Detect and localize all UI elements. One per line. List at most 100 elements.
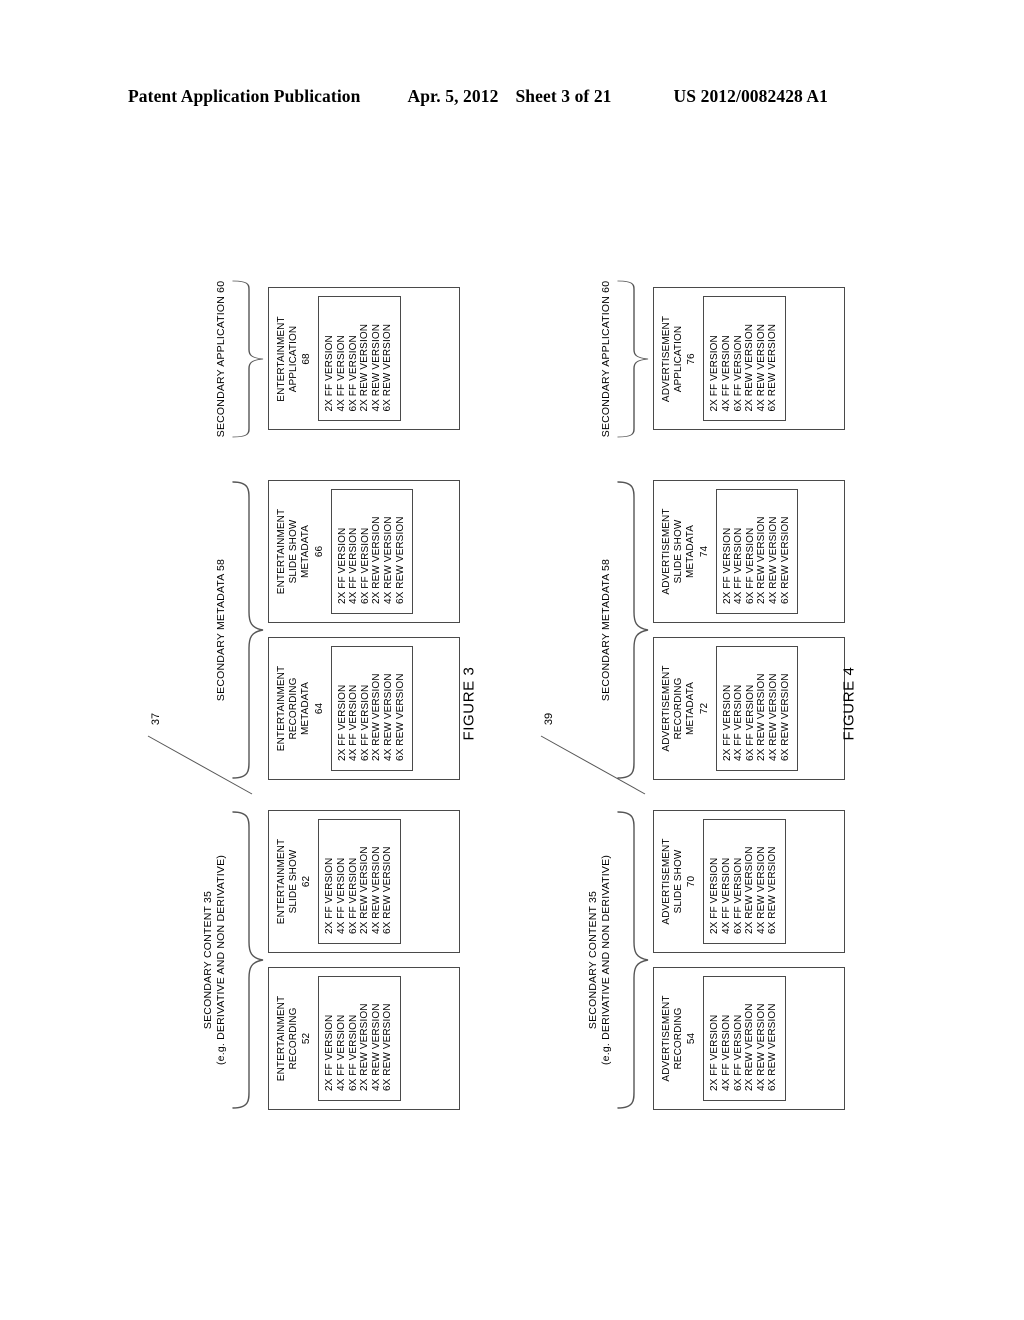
- version-list: 2X FF VERSION 4X FF VERSION 6X FF VERSION 2…: [703, 976, 786, 1101]
- node-reference-numeral: 52: [301, 1032, 313, 1045]
- node-reference-numeral: 76: [686, 353, 698, 365]
- version-list-item: 6X FF VERSION: [732, 335, 744, 412]
- version-list-item: 2X REW VERSION: [744, 846, 756, 934]
- group-label: SECONDARY CONTENT 35 (e.g. DERIVATIVE AN…: [202, 854, 227, 1066]
- node-row: ADVERTISEMENT RECORDING 54 2X FF VERSION 4X…: [653, 810, 845, 1110]
- curly-brace: [616, 810, 650, 1110]
- reference-numeral-39: 39: [543, 712, 556, 726]
- version-list-item: 6X REW VERSION: [394, 516, 406, 604]
- version-list-item: 4X REW VERSION: [370, 1003, 382, 1091]
- figure-3-drawing: SECONDARY CONTENT 35 (e.g. DERIVATIVE AN…: [160, 280, 460, 1110]
- version-list-item: 2X REW VERSION: [359, 1003, 371, 1091]
- version-list-item: 4X FF VERSION: [348, 527, 360, 604]
- version-list-item: 6X REW VERSION: [382, 1003, 394, 1091]
- version-list-item: 6X REW VERSION: [779, 516, 791, 604]
- version-list-item: 6X FF VERSION: [359, 684, 371, 761]
- header-document-number: US 2012/0082428 A1: [673, 86, 829, 106]
- version-list-item: 4X FF VERSION: [348, 684, 360, 761]
- version-list-item: 6X REW VERSION: [767, 846, 779, 934]
- curly-brace: [231, 480, 265, 780]
- version-list-item: 2X REW VERSION: [756, 673, 768, 761]
- node-row: ENTERTAINMENT RECORDING METADATA 64 2X FF …: [268, 480, 460, 780]
- node-title: ENTERTAINMENT SLIDE SHOW METADATA: [276, 508, 312, 595]
- header-sheet-number: Sheet 3 of 21: [515, 86, 612, 106]
- version-list-item: 4X REW VERSION: [370, 323, 382, 412]
- version-list-item: 2X FF VERSION: [721, 684, 733, 761]
- figure-4-drawing: SECONDARY CONTENT 35 (e.g. DERIVATIVE AN…: [545, 280, 845, 1110]
- version-list-item: 2X FF VERSION: [324, 335, 336, 412]
- version-list-item: 6X FF VERSION: [347, 857, 359, 934]
- version-list: 2X FF VERSION 4X FF VERSION 6X FF VERSION 2…: [715, 489, 799, 614]
- node-box[interactable]: ADVERTISEMENT APPLICATION 76 2X FF VERSION…: [653, 287, 845, 431]
- version-list: 2X FF VERSION 4X FF VERSION 6X FF VERSION 2…: [330, 489, 414, 614]
- node-box[interactable]: ENTERTAINMENT SLIDE SHOW METADATA 66 2X FF…: [268, 480, 460, 623]
- node-title: ENTERTAINMENT SLIDE SHOW: [276, 838, 300, 925]
- version-list-item: 6X REW VERSION: [382, 323, 394, 412]
- header-publication-title: Patent Application Publication: [128, 86, 361, 106]
- node-reference-numeral: 62: [301, 875, 313, 888]
- group-label: SECONDARY APPLICATION 60: [215, 280, 227, 438]
- version-list-item: 2X FF VERSION: [709, 335, 721, 412]
- version-list-item: 6X FF VERSION: [732, 857, 744, 934]
- node-box[interactable]: ENTERTAINMENT SLIDE SHOW 62 2X FF VERSION 4…: [268, 810, 460, 953]
- node-title: ENTERTAINMENT RECORDING: [276, 995, 300, 1082]
- version-list-item: 2X FF VERSION: [324, 857, 336, 934]
- version-list-item: 2X REW VERSION: [744, 323, 756, 412]
- version-list-item: 4X REW VERSION: [767, 516, 779, 604]
- version-list-item: 4X REW VERSION: [767, 673, 779, 761]
- version-list: 2X FF VERSION 4X FF VERSION 6X FF VERSION 2…: [715, 646, 799, 771]
- node-reference-numeral: 74: [698, 545, 710, 558]
- node-box[interactable]: ADVERTISEMENT SLIDE SHOW 70 2X FF VERSION 4…: [653, 810, 845, 953]
- node-box[interactable]: ADVERTISEMENT SLIDE SHOW METADATA 74 2X FF…: [653, 480, 845, 623]
- version-list-item: 2X FF VERSION: [721, 527, 733, 604]
- curly-brace: [616, 280, 650, 438]
- node-box[interactable]: ADVERTISEMENT RECORDING 54 2X FF VERSION 4X…: [653, 967, 845, 1110]
- group-label: SECONDARY APPLICATION 60: [600, 280, 612, 438]
- version-list-item: 6X FF VERSION: [744, 684, 756, 761]
- version-list-item: 6X REW VERSION: [394, 673, 406, 761]
- version-list-item: 4X REW VERSION: [382, 516, 394, 604]
- node-box[interactable]: ADVERTISEMENT RECORDING METADATA 72 2X FF …: [653, 637, 845, 780]
- version-list-item: 2X REW VERSION: [359, 323, 371, 412]
- node-reference-numeral: 68: [301, 353, 313, 365]
- curly-brace: [616, 480, 650, 780]
- version-list-item: 2X REW VERSION: [359, 846, 371, 934]
- curly-brace: [231, 280, 265, 438]
- version-list-item: 2X FF VERSION: [336, 527, 348, 604]
- version-list-item: 6X REW VERSION: [767, 323, 779, 412]
- version-list-item: 6X FF VERSION: [347, 1014, 359, 1091]
- group-label: SECONDARY METADATA 58: [600, 558, 612, 702]
- group-label: SECONDARY CONTENT 35 (e.g. DERIVATIVE AN…: [587, 854, 612, 1066]
- node-row: ENTERTAINMENT APPLICATION 68 2X FF VERSION…: [268, 280, 460, 438]
- version-list-item: 2X REW VERSION: [756, 516, 768, 604]
- node-box[interactable]: ENTERTAINMENT RECORDING 52 2X FF VERSION 4X…: [268, 967, 460, 1110]
- version-list: 2X FF VERSION 4X FF VERSION 6X FF VERSION 2…: [318, 819, 401, 944]
- version-list: 2X FF VERSION 4X FF VERSION 6X FF VERSION 2…: [330, 646, 414, 771]
- node-reference-numeral: 64: [313, 702, 325, 715]
- figure-3-caption: FIGURE 3: [460, 666, 478, 741]
- version-list-item: 2X FF VERSION: [324, 1014, 336, 1091]
- version-list-item: 6X REW VERSION: [382, 846, 394, 934]
- node-reference-numeral: 72: [698, 702, 710, 715]
- version-list-item: 4X REW VERSION: [755, 1003, 767, 1091]
- version-list-item: 4X REW VERSION: [382, 673, 394, 761]
- curly-brace: [231, 810, 265, 1110]
- node-title: ENTERTAINMENT RECORDING METADATA: [276, 665, 312, 752]
- version-list-item: 2X REW VERSION: [744, 1003, 756, 1091]
- node-box[interactable]: ENTERTAINMENT RECORDING METADATA 64 2X FF …: [268, 637, 460, 780]
- version-list-item: 4X REW VERSION: [755, 846, 767, 934]
- version-list-item: 4X FF VERSION: [336, 857, 347, 934]
- node-row: ADVERTISEMENT RECORDING METADATA 72 2X FF …: [653, 480, 845, 780]
- node-reference-numeral: 54: [686, 1032, 698, 1045]
- version-list-item: 2X REW VERSION: [371, 673, 383, 761]
- version-list-item: 4X FF VERSION: [721, 1014, 732, 1091]
- version-list-item: 4X FF VERSION: [733, 527, 745, 604]
- node-reference-numeral: 70: [686, 875, 698, 888]
- version-list-item: 4X FF VERSION: [336, 1014, 347, 1091]
- node-box[interactable]: ENTERTAINMENT APPLICATION 68 2X FF VERSION…: [268, 287, 460, 431]
- version-list-item: 6X FF VERSION: [732, 1014, 744, 1091]
- version-list-item: 4X REW VERSION: [370, 846, 382, 934]
- node-title: ADVERTISEMENT SLIDE SHOW METADATA: [661, 508, 697, 595]
- version-list-item: 4X REW VERSION: [755, 323, 767, 412]
- node-title: ADVERTISEMENT SLIDE SHOW: [661, 838, 685, 925]
